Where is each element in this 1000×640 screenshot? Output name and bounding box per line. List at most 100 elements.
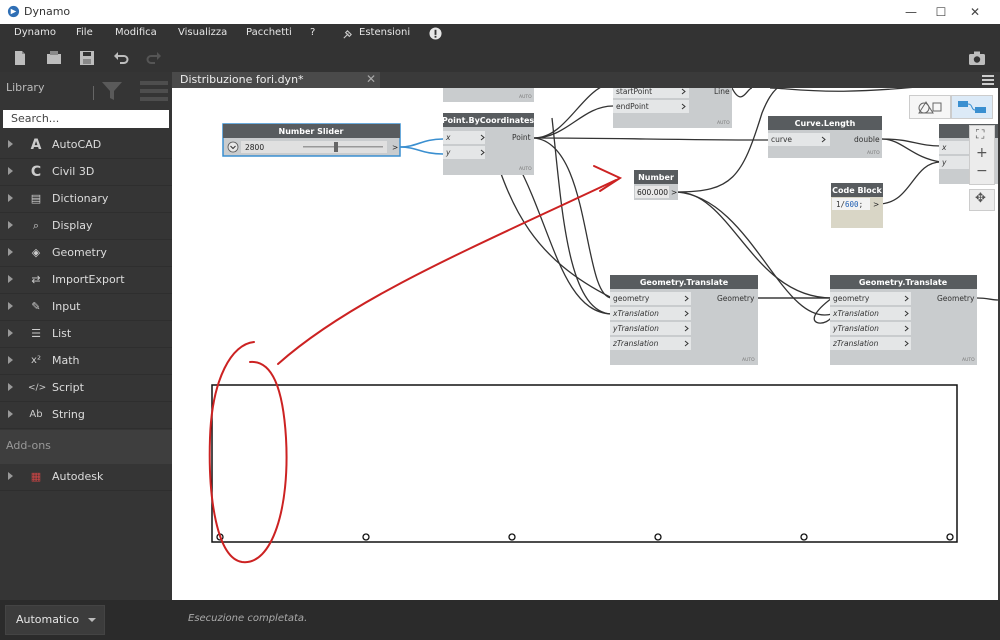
close-button[interactable]: ✕ (960, 3, 990, 21)
save-icon[interactable] (79, 50, 95, 66)
slider-output-port[interactable]: > (392, 143, 398, 152)
tab-close-button[interactable]: ✕ (366, 72, 376, 86)
port-geometry[interactable]: geometry (833, 294, 870, 303)
autodesk-icon: ▦ (30, 470, 42, 483)
port-ytranslation[interactable]: yTranslation (832, 324, 879, 333)
geometry-translate-node-2[interactable]: Geometry.Translate geometry xTranslation… (830, 275, 977, 365)
menu-dynamo[interactable]: Dynamo (14, 27, 56, 38)
notification-icon[interactable] (429, 27, 442, 40)
hole-6 (946, 533, 954, 541)
math-icon: x² (31, 355, 41, 366)
line-node[interactable]: startPoint endPoint Line AUTO (613, 88, 732, 128)
zoom-controls: ⛶ + − (969, 125, 995, 185)
port-ztranslation[interactable]: zTranslation (832, 339, 879, 348)
list-view-icon[interactable] (140, 80, 168, 102)
pan-control[interactable]: ✥ (969, 189, 995, 211)
port-y[interactable]: y (445, 148, 451, 157)
category-label: Display (52, 219, 93, 232)
node-title: Geometry.Translate (640, 278, 729, 287)
geometry-translate-node-1[interactable]: Geometry.Translate geometry xTranslation… (610, 275, 758, 365)
expand-arrow-icon (8, 140, 13, 148)
library-category-display[interactable]: ⌕ Display (0, 213, 172, 240)
library-category-input[interactable]: ✎ Input (0, 294, 172, 321)
undo-icon[interactable] (113, 50, 129, 66)
port-double[interactable]: double (854, 135, 880, 144)
import-export-icon: ⇄ (31, 273, 41, 286)
curve-length-node[interactable]: Curve.Length curve double AUTO (768, 116, 882, 158)
number-output-port[interactable]: > (671, 188, 677, 197)
wire-slider-to-y (399, 146, 444, 155)
tab-menu-icon[interactable] (982, 75, 994, 85)
port-startpoint[interactable]: startPoint (616, 88, 652, 96)
wire-point-to-startpoint (533, 88, 602, 139)
graph-view-toggle[interactable] (951, 95, 993, 119)
code-block-output-port[interactable]: > (873, 200, 879, 209)
library-category-importexport[interactable]: ⇄ ImportExport (0, 267, 172, 294)
port-curve[interactable]: curve (771, 135, 792, 144)
number-slider-node[interactable]: Number Slider 2800 > (222, 123, 401, 157)
zoom-out-icon[interactable]: − (976, 163, 988, 179)
menu-modifica[interactable]: Modifica (115, 27, 157, 38)
zoom-in-icon[interactable]: + (976, 145, 988, 161)
library-category-script[interactable]: </> Script (0, 375, 172, 402)
port-ytranslation[interactable]: yTranslation (612, 324, 659, 333)
library-category-autocad[interactable]: A AutoCAD (0, 132, 172, 159)
slider-thumb[interactable] (334, 142, 338, 152)
port-geometry-out[interactable]: Geometry (937, 294, 975, 303)
library-category-list[interactable]: ☰ List (0, 321, 172, 348)
expand-arrow-icon (8, 472, 13, 480)
camera-icon[interactable] (968, 50, 986, 66)
library-category-math[interactable]: x² Math (0, 348, 172, 375)
category-label: List (52, 327, 72, 340)
new-file-icon[interactable] (12, 50, 28, 66)
slider-track[interactable] (303, 146, 383, 148)
library-title: Library (6, 81, 45, 94)
annotation-arrow-line (277, 179, 617, 365)
menu-estensioni[interactable]: Estensioni (359, 27, 410, 38)
port-y[interactable]: y (941, 158, 947, 167)
dictionary-icon: ▤ (30, 192, 42, 205)
number-node[interactable]: Number 600.000 > (634, 170, 678, 200)
wire-top (731, 88, 753, 98)
library-category-autodesk[interactable]: ▦ Autodesk (0, 464, 172, 491)
library-category-string[interactable]: Ab String (0, 402, 172, 429)
maximize-button[interactable]: ☐ (926, 3, 956, 21)
library-category-dictionary[interactable]: ▤ Dictionary (0, 186, 172, 213)
port-x[interactable]: x (445, 133, 451, 142)
port-geometry[interactable]: geometry (613, 294, 650, 303)
geometry-view-toggle[interactable] (909, 95, 951, 119)
menu-pacchetti[interactable]: Pacchetti (246, 27, 292, 38)
filter-icon[interactable] (101, 81, 123, 101)
port-line[interactable]: Line (714, 88, 730, 96)
point-by-coordinates-node[interactable]: Point.ByCoordinates x y Point AUTO (442, 113, 535, 175)
expand-arrow-icon (8, 329, 13, 337)
port-point[interactable]: Point (512, 133, 531, 142)
port-geometry-out[interactable]: Geometry (717, 294, 755, 303)
library-search-input[interactable]: Search... (3, 110, 169, 128)
graph-canvas[interactable]: Number Slider 2800 > Point.ByCoordinates… (172, 88, 998, 600)
library-category-civil3d[interactable]: C Civil 3D (0, 159, 172, 186)
number-value-input[interactable]: 600.000 (637, 188, 668, 197)
code-block-code[interactable]: 1/600; (836, 200, 863, 209)
port-ztranslation[interactable]: zTranslation (612, 339, 659, 348)
zoom-fit-icon[interactable]: ⛶ (976, 127, 984, 142)
minimize-button[interactable]: — (896, 3, 926, 21)
run-mode-dropdown[interactable]: Automatico (5, 605, 105, 635)
redo-icon[interactable] (146, 50, 162, 66)
port-xtranslation[interactable]: xTranslation (832, 309, 879, 318)
menu-help[interactable]: ? (310, 27, 315, 38)
port-x[interactable]: x (941, 143, 947, 152)
open-file-icon[interactable] (46, 50, 62, 66)
workspace-tab[interactable]: Distribuzione fori.dyn* ✕ (172, 72, 380, 88)
port-xtranslation[interactable]: xTranslation (612, 309, 659, 318)
library-category-geometry[interactable]: ◈ Geometry (0, 240, 172, 267)
port-endpoint[interactable]: endPoint (616, 102, 649, 111)
menu-file[interactable]: File (76, 27, 93, 38)
slider-expand-icon[interactable] (227, 141, 239, 153)
library-panel: Library Search... A AutoCAD C Civil 3D ▤… (0, 72, 172, 600)
hole-5 (800, 533, 808, 541)
menu-visualizza[interactable]: Visualizza (178, 27, 227, 38)
lacing-label: AUTO (519, 94, 532, 100)
code-block-node[interactable]: Code Block 1/600; > (831, 183, 883, 228)
lacing-label: AUTO (742, 357, 755, 363)
